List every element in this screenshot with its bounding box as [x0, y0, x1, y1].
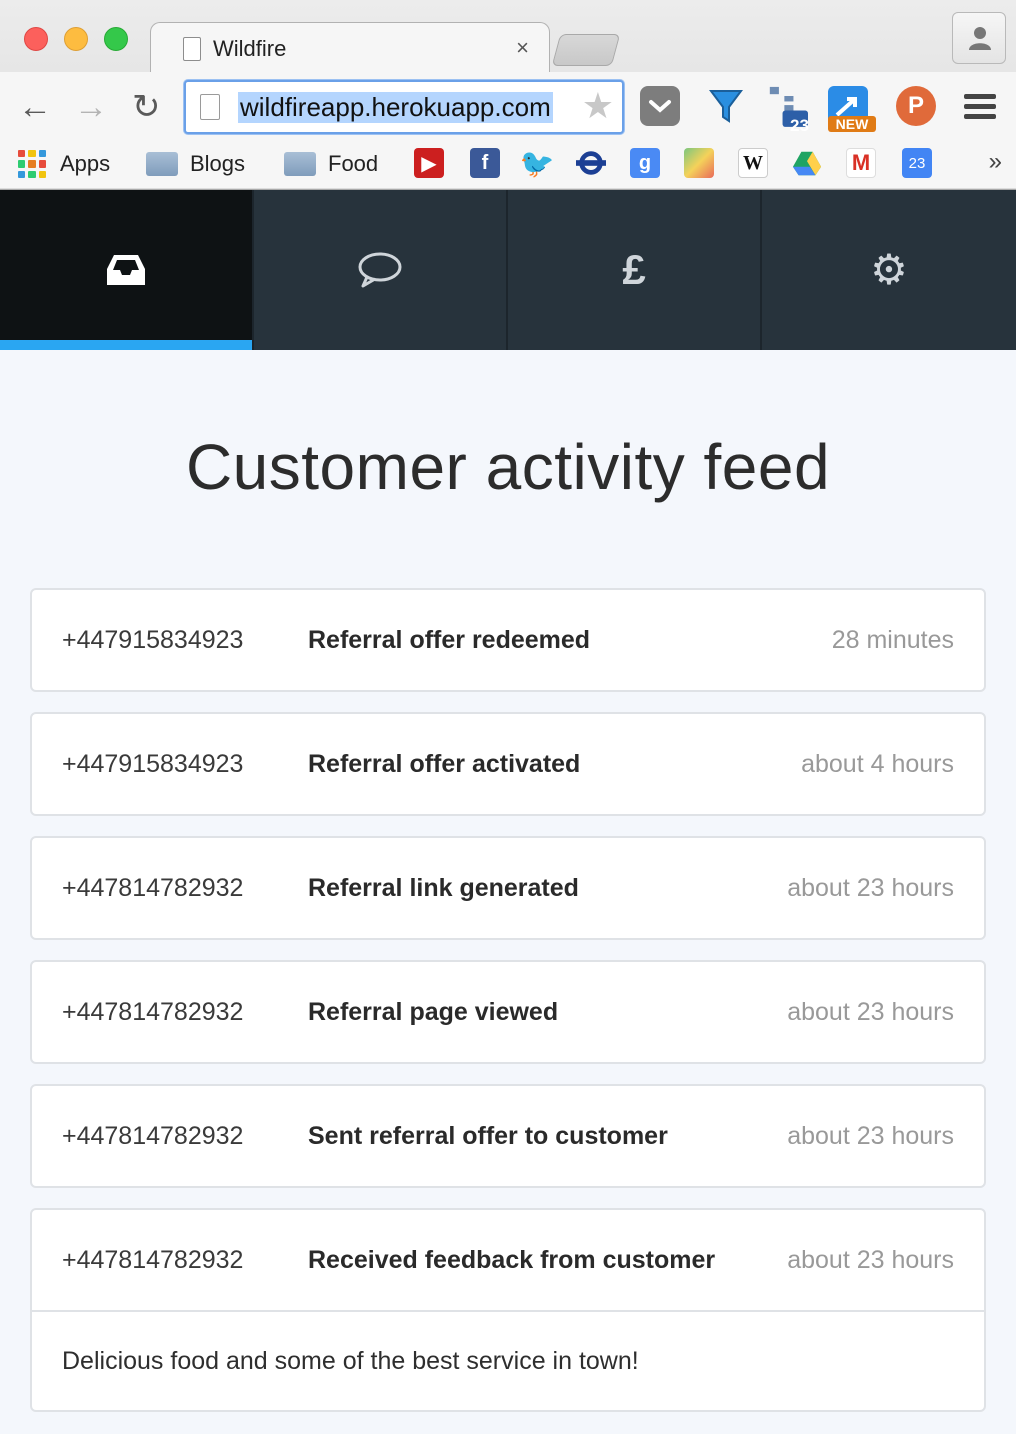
- tab-title: Wildfire: [213, 36, 287, 61]
- extension-badge: 23: [790, 116, 809, 135]
- feed-item[interactable]: +447814782932 Referral link generated ab…: [30, 836, 986, 940]
- event-time: about 23 hours: [787, 873, 954, 902]
- pocket-extension-icon[interactable]: [640, 86, 680, 126]
- forward-icon[interactable]: →: [74, 90, 108, 124]
- feed-item[interactable]: +447915834923 Referral offer redeemed 28…: [30, 588, 986, 692]
- event-description: Referral offer redeemed: [308, 625, 591, 654]
- event-description: Referral link generated: [308, 873, 579, 902]
- activity-feed: +447915834923 Referral offer redeemed 28…: [30, 588, 986, 1432]
- event-description: Sent referral offer to customer: [308, 1121, 668, 1150]
- page-icon: [183, 37, 201, 61]
- minimize-window-button[interactable]: [64, 27, 88, 51]
- bookmark-label: Food: [328, 151, 379, 176]
- browser-chrome: Wildfire × ← → ↻ wildfireapp.herokuapp.c…: [0, 0, 1016, 190]
- folder-icon: [146, 152, 178, 176]
- google-calendar-icon[interactable]: 23: [902, 148, 932, 178]
- p-extension-icon[interactable]: P: [896, 86, 936, 126]
- menu-icon[interactable]: [964, 94, 996, 124]
- google-icon[interactable]: g: [630, 148, 660, 178]
- profile-button[interactable]: [952, 12, 1006, 64]
- title-bar: Wildfire ×: [0, 0, 1016, 74]
- browser-toolbar: ← → ↻ wildfireapp.herokuapp.com ★ 23 NEW: [0, 72, 1016, 142]
- tfl-icon[interactable]: [576, 148, 606, 178]
- gear-icon: ⚙: [870, 246, 908, 293]
- back-icon[interactable]: ←: [18, 90, 52, 124]
- bookmark-blogs[interactable]: Blogs: [146, 148, 245, 180]
- bookmark-apps[interactable]: Apps: [18, 148, 110, 180]
- feed-item[interactable]: +447915834923 Referral offer activated a…: [30, 712, 986, 816]
- maximize-window-button[interactable]: [104, 27, 128, 51]
- bookmark-food[interactable]: Food: [284, 148, 378, 180]
- youtube-icon[interactable]: ▶: [414, 148, 444, 178]
- new-label: NEW: [828, 116, 876, 132]
- pound-icon: £: [622, 246, 646, 293]
- main-content: Customer activity feed +447915834923 Ref…: [0, 350, 1016, 1434]
- wikipedia-icon[interactable]: W: [738, 148, 768, 178]
- feed-item[interactable]: +447814782932 Received feedback from cus…: [30, 1208, 986, 1412]
- event-description: Referral offer activated: [308, 749, 581, 778]
- customer-phone: +447915834923: [62, 625, 244, 654]
- google-maps-icon[interactable]: [684, 148, 714, 178]
- feedback-note: Delicious food and some of the best serv…: [32, 1310, 984, 1410]
- bookmarks-overflow-icon[interactable]: »: [989, 148, 1002, 176]
- person-icon: [969, 27, 991, 50]
- customer-phone: +447814782932: [62, 997, 244, 1026]
- bookmark-label: Apps: [60, 151, 111, 176]
- event-time: about 23 hours: [787, 1245, 954, 1274]
- new-tab-button[interactable]: [551, 34, 621, 66]
- apps-grid-icon: [18, 150, 46, 178]
- event-description: Referral page viewed: [308, 997, 559, 1026]
- tab-payments[interactable]: £: [508, 190, 762, 350]
- facebook-icon[interactable]: f: [470, 148, 500, 178]
- event-time: about 23 hours: [787, 1121, 954, 1150]
- feed-item[interactable]: +447814782932 Sent referral offer to cus…: [30, 1084, 986, 1188]
- funnel-extension-icon[interactable]: [706, 86, 746, 126]
- page-title: Customer activity feed: [185, 431, 831, 503]
- feed-item[interactable]: +447814782932 Referral page viewed about…: [30, 960, 986, 1064]
- customer-phone: +447814782932: [62, 1245, 244, 1274]
- bookmark-label: Blogs: [190, 151, 246, 176]
- customer-phone: +447814782932: [62, 1121, 244, 1150]
- gmail-icon[interactable]: M: [846, 148, 876, 178]
- bookmark-star-icon[interactable]: ★: [577, 88, 614, 124]
- tab-settings[interactable]: ⚙: [762, 190, 1016, 350]
- inbox-icon: [107, 255, 145, 285]
- new-extension-icon[interactable]: NEW: [828, 86, 876, 132]
- browser-tab[interactable]: Wildfire ×: [150, 22, 550, 74]
- url-text[interactable]: wildfireapp.herokuapp.com: [238, 92, 553, 123]
- event-time: about 23 hours: [787, 997, 954, 1026]
- reload-icon[interactable]: ↻: [132, 90, 161, 124]
- close-tab-icon[interactable]: ×: [516, 35, 529, 61]
- twitter-icon[interactable]: 🐦: [520, 148, 555, 179]
- speech-bubble-icon: [358, 252, 402, 288]
- bookmarks-bar: Apps Blogs Food ▶ f 🐦 g W M 23 »: [0, 142, 1016, 188]
- event-time: 28 minutes: [831, 625, 954, 654]
- close-window-button[interactable]: [24, 27, 48, 51]
- customer-phone: +447814782932: [62, 873, 244, 902]
- google-drive-icon[interactable]: [792, 148, 822, 178]
- tab-inbox[interactable]: [0, 190, 254, 350]
- address-bar[interactable]: wildfireapp.herokuapp.com ★: [184, 80, 624, 134]
- event-time: about 4 hours: [801, 749, 954, 778]
- page-icon: [200, 94, 220, 120]
- sitemap-extension-icon[interactable]: 23: [768, 86, 809, 135]
- tab-messages[interactable]: [254, 190, 508, 350]
- app-nav: £ ⚙: [0, 190, 1016, 350]
- customer-phone: +447915834923: [62, 749, 244, 778]
- event-description: Received feedback from customer: [308, 1245, 716, 1274]
- folder-icon: [284, 152, 316, 176]
